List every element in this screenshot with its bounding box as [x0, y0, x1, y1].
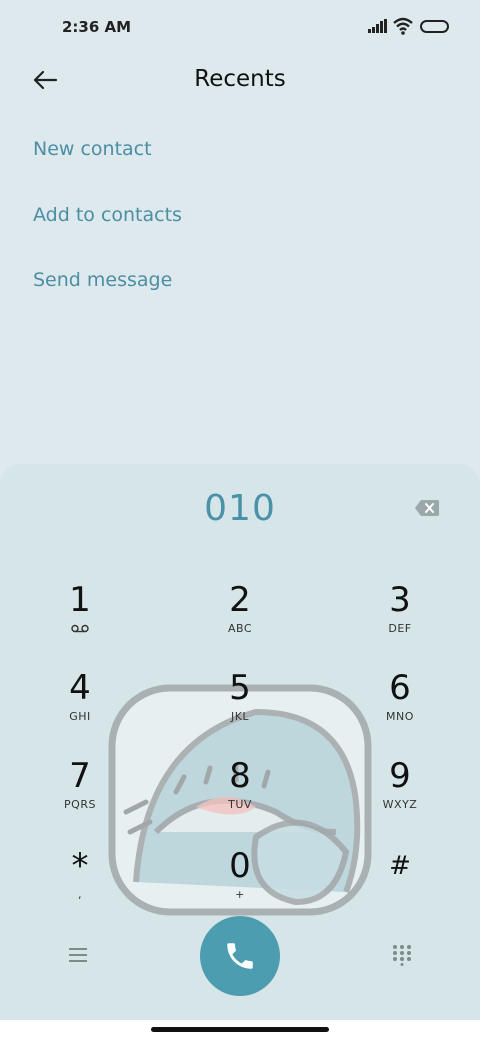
home-indicator[interactable]	[151, 1027, 329, 1032]
send-message-button[interactable]: Send message	[33, 269, 172, 291]
dial-key-4[interactable]: 4 GHI	[25, 668, 135, 738]
key-letters: GHI	[69, 710, 91, 723]
call-button[interactable]	[200, 916, 280, 996]
dial-key-7[interactable]: 7 PQRS	[25, 756, 135, 826]
menu-icon[interactable]	[68, 946, 88, 964]
backspace-icon[interactable]	[414, 499, 440, 517]
key-digit: 2	[229, 580, 251, 620]
dial-key-1[interactable]: 1	[25, 580, 135, 650]
key-digit: #	[389, 851, 411, 881]
key-digit: 8	[229, 756, 251, 796]
dial-key-9[interactable]: 9 WXYZ	[345, 756, 455, 826]
dial-key-5[interactable]: 5 JKL	[185, 668, 295, 738]
status-bar: 2:36 AM	[0, 0, 480, 56]
key-letters: PQRS	[64, 798, 96, 811]
dial-key-star[interactable]: * ,	[25, 846, 135, 916]
key-digit: 7	[69, 756, 91, 796]
wifi-icon	[393, 17, 413, 35]
dial-key-8[interactable]: 8 TUV	[185, 756, 295, 826]
key-letters: +	[235, 888, 245, 901]
phone-icon	[227, 943, 253, 969]
key-letters: JKL	[230, 710, 250, 723]
key-digit: 5	[229, 668, 251, 708]
key-letters: MNO	[386, 710, 414, 723]
key-letters: WXYZ	[382, 798, 418, 811]
add-to-contacts-button[interactable]: Add to contacts	[33, 204, 182, 226]
dial-key-0[interactable]: 0 +	[185, 846, 295, 916]
key-digit: 3	[389, 580, 411, 620]
key-letters: ,	[78, 888, 82, 901]
dial-key-2[interactable]: 2 ABC	[185, 580, 295, 650]
key-digit: 4	[69, 668, 91, 708]
key-letters: ABC	[227, 622, 253, 635]
key-digit: 6	[389, 668, 411, 708]
new-contact-button[interactable]: New contact	[33, 138, 152, 160]
page-title: Recents	[194, 66, 286, 92]
key-digit: 1	[69, 580, 91, 620]
key-digit: 9	[389, 756, 411, 796]
dial-key-6[interactable]: 6 MNO	[345, 668, 455, 738]
key-letters: DEF	[388, 622, 412, 635]
dial-key-3[interactable]: 3 DEF	[345, 580, 455, 650]
battery-icon	[420, 20, 449, 33]
status-time: 2:36 AM	[62, 18, 132, 36]
dialed-number: 010	[204, 488, 276, 529]
signal-icon	[368, 19, 387, 33]
key-digit: *	[71, 846, 89, 886]
key-digit: 0	[229, 846, 251, 886]
dialpad-icon[interactable]	[392, 944, 412, 966]
dial-key-hash[interactable]: #	[345, 846, 455, 916]
voicemail-icon	[71, 624, 89, 633]
key-letters: TUV	[228, 798, 252, 811]
